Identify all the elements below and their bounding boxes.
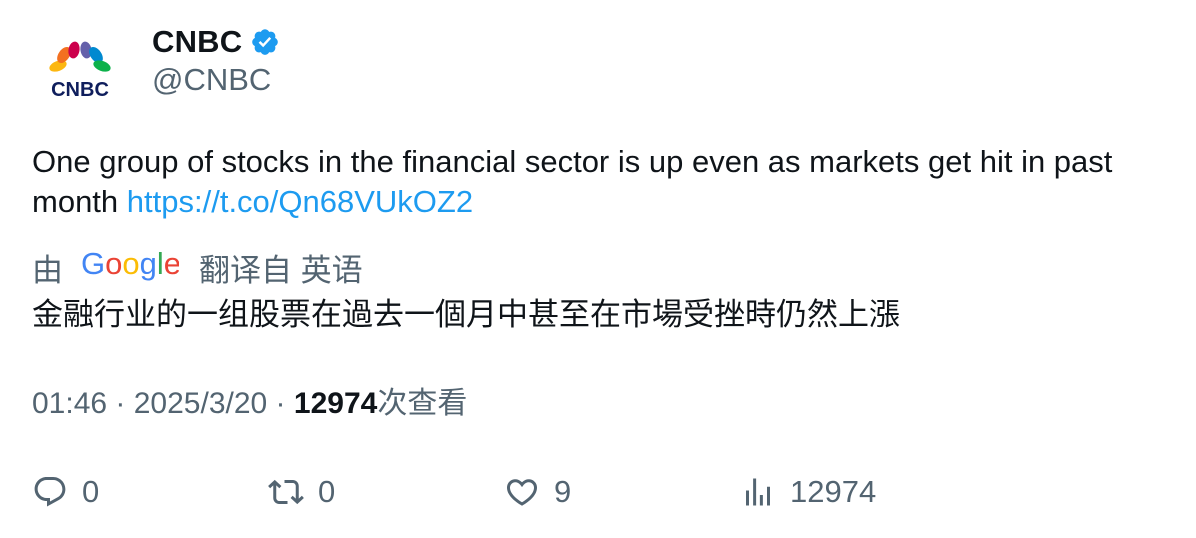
bar-chart-icon (746, 478, 770, 506)
translated-text: 金融行业的一组股票在過去一個月中甚至在市場受挫時仍然上漲 (32, 297, 900, 332)
translation-source-language[interactable]: 翻译自 英语 (199, 245, 363, 290)
google-logo-text: Google (81, 246, 179, 281)
reply-count: 0 (82, 474, 100, 509)
like-count: 9 (554, 474, 572, 509)
author-display-name[interactable]: CNBC (152, 24, 242, 60)
like-button[interactable]: 9 (504, 470, 571, 514)
author-name-row: CNBC (152, 22, 280, 62)
translation-prefix: 由 (32, 252, 63, 288)
tweet-text: One group of stocks in the financial sec… (32, 142, 1172, 222)
views-button[interactable]: 12974 (740, 470, 876, 514)
reply-bubble-icon (34, 477, 66, 507)
tweet-link[interactable]: https://t.co/Qn68VUkOZ2 (127, 184, 473, 219)
retweet-icon (268, 479, 304, 505)
translation-attribution: 由 Google 翻译自 英语 (32, 246, 363, 288)
views-action-count: 12974 (790, 474, 877, 509)
tweet-card: CNBC CNBC @CNBC One group of stocks in t… (0, 0, 1196, 538)
tweet-date[interactable]: 2025/3/20 (134, 387, 267, 420)
retweet-button[interactable]: 0 (268, 470, 335, 514)
author-avatar[interactable]: CNBC (40, 38, 120, 102)
views-label: 次查看 (377, 387, 468, 420)
meta-separator: · (107, 387, 134, 420)
tweet-time[interactable]: 01:46 (32, 387, 107, 420)
reply-button[interactable]: 0 (32, 470, 99, 514)
tweet-actions: 0 0 9 12974 (0, 470, 1196, 518)
avatar-logo-text: CNBC (51, 79, 109, 101)
heart-icon (506, 479, 538, 506)
views-count: 12974 (293, 387, 378, 420)
author-handle[interactable]: @CNBC (152, 62, 271, 98)
retweet-count: 0 (318, 474, 336, 509)
meta-separator: · (267, 387, 294, 420)
cnbc-peacock-logo: CNBC (49, 41, 111, 101)
tweet-meta: 01:46 · 2025/3/20 · 12974次查看 (32, 384, 467, 424)
verified-badge-icon (250, 27, 280, 57)
google-logo: Google (81, 246, 181, 290)
